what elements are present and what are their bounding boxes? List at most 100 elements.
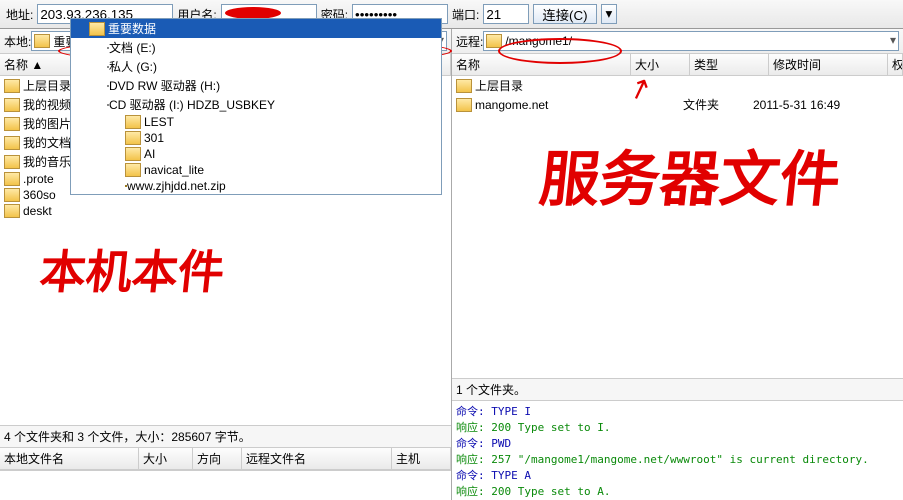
item-label: 我的音乐 xyxy=(23,153,71,170)
tree-item[interactable]: CD 驱动器 (I:) HDZB_USBKEY xyxy=(71,95,441,114)
tree-item[interactable]: AI xyxy=(71,146,441,162)
cell-name: 上层目录 xyxy=(475,77,633,94)
folder-icon xyxy=(125,163,141,177)
col-perm[interactable]: 权限 xyxy=(888,54,903,75)
cell-name: mangome.net xyxy=(475,98,633,112)
tree-item[interactable]: 重要数据 xyxy=(71,19,441,38)
tree-item[interactable]: 301 xyxy=(71,130,441,146)
item-label: 我的文档 xyxy=(23,134,71,151)
connect-button[interactable]: 连接(C) xyxy=(533,4,596,24)
remote-pane: 远程: /mangome1/ 名称 大小 类型 修改时间 权限 上层目录mang… xyxy=(452,29,903,500)
local-label: 本地: xyxy=(4,33,31,50)
queue-col-host[interactable]: 主机 xyxy=(392,448,451,469)
log-line: 响应: 257 "/mangome1/mangome.net/wwwroot" … xyxy=(456,451,899,467)
tree-item[interactable]: 文档 (E:) xyxy=(71,38,441,57)
folder-icon xyxy=(125,147,141,161)
tree-item[interactable]: 私人 (G:) xyxy=(71,57,441,76)
item-label: CD 驱动器 (I:) HDZB_USBKEY xyxy=(109,96,275,113)
remote-status: 1 个文件夹。 xyxy=(452,378,903,400)
folder-icon xyxy=(4,204,20,218)
log-val: TYPE A xyxy=(491,469,531,482)
log-key: 命令: xyxy=(456,437,485,450)
log-line: 命令: PWD xyxy=(456,435,899,451)
port-label: 端口: xyxy=(452,6,479,23)
log-line: 命令: TYPE I xyxy=(456,403,899,419)
log-val: 200 Type set to A. xyxy=(491,485,610,498)
item-label: www.zjhjdd.net.zip xyxy=(127,179,226,193)
transfer-queue-header: 本地文件名 大小 方向 远程文件名 主机 xyxy=(0,447,451,470)
folder-icon xyxy=(89,22,105,36)
log-val: 200 Type set to I. xyxy=(491,421,610,434)
item-label: 我的视频 xyxy=(23,96,71,113)
remote-path: /mangome1/ xyxy=(505,34,572,48)
folder-icon xyxy=(456,98,472,112)
remote-label: 远程: xyxy=(456,33,483,50)
connect-dropdown-button[interactable]: ▾ xyxy=(601,4,618,24)
item-label: 360so xyxy=(23,188,56,202)
item-label: deskt xyxy=(23,204,52,218)
log-key: 响应: xyxy=(456,453,485,466)
item-label: navicat_lite xyxy=(144,163,204,177)
remote-path-combo[interactable]: /mangome1/ xyxy=(483,31,899,51)
item-label: 301 xyxy=(144,131,164,145)
folder-icon xyxy=(4,117,20,131)
remote-columns[interactable]: 名称 大小 类型 修改时间 权限 xyxy=(452,54,903,76)
col-type[interactable]: 类型 xyxy=(690,54,769,75)
transfer-queue-empty xyxy=(0,470,451,500)
list-item[interactable]: mangome.net 文件夹2011-5-31 16:49 xyxy=(452,95,903,114)
folder-icon xyxy=(125,131,141,145)
queue-col-size[interactable]: 大小 xyxy=(139,448,193,469)
log-key: 响应: xyxy=(456,421,485,434)
item-label: DVD RW 驱动器 (H:) xyxy=(109,77,220,94)
col-name: 名称 xyxy=(4,58,28,72)
item-label: 我的图片 xyxy=(23,115,71,132)
tree-item[interactable]: DVD RW 驱动器 (H:) xyxy=(71,76,441,95)
folder-icon xyxy=(4,136,20,150)
log-line: 响应: 200 Type set to I. xyxy=(456,419,899,435)
item-label: 上层目录 xyxy=(23,77,71,94)
folder-icon xyxy=(125,115,141,129)
remote-file-list[interactable]: 上层目录 mangome.net 文件夹2011-5-31 16:49 xyxy=(452,76,903,378)
col-size[interactable]: 大小 xyxy=(631,54,690,75)
queue-col-dir[interactable]: 方向 xyxy=(193,448,242,469)
list-item[interactable]: 上层目录 xyxy=(452,76,903,95)
tree-item[interactable]: LEST xyxy=(71,114,441,130)
cell-mtime: 2011-5-31 16:49 xyxy=(753,98,863,112)
folder-icon xyxy=(4,188,20,202)
log-key: 响应: xyxy=(456,485,485,498)
item-label: 文档 (E:) xyxy=(109,39,156,56)
folder-icon xyxy=(34,34,50,48)
item-label: LEST xyxy=(144,115,174,129)
sort-asc-icon: ▲ xyxy=(31,58,43,72)
log-key: 命令: xyxy=(456,405,485,418)
port-input[interactable] xyxy=(483,4,529,24)
folder-icon xyxy=(4,155,20,169)
log-key: 命令: xyxy=(456,469,485,482)
ftp-log[interactable]: 命令: TYPE I响应: 200 Type set to I.命令: PWD响… xyxy=(452,400,903,500)
log-val: TYPE I xyxy=(491,405,531,418)
log-val: PWD xyxy=(491,437,511,450)
local-path-dropdown[interactable]: 重要数据文档 (E:)私人 (G:)DVD RW 驱动器 (H:) CD 驱动器 … xyxy=(70,18,442,195)
item-label: AI xyxy=(144,147,155,161)
log-val: 257 "/mangome1/mangome.net/wwwroot" is c… xyxy=(491,453,869,466)
folder-icon xyxy=(4,172,20,186)
local-status: 4 个文件夹和 3 个文件，大小：285607 字节。 xyxy=(0,425,451,447)
col-mtime[interactable]: 修改时间 xyxy=(769,54,888,75)
cell-type: 文件夹 xyxy=(683,96,753,113)
item-label: 重要数据 xyxy=(108,20,156,37)
item-label: .prote xyxy=(23,172,54,186)
list-item[interactable]: deskt xyxy=(0,203,451,219)
tree-item[interactable]: www.zjhjdd.net.zip xyxy=(71,178,441,194)
folder-icon xyxy=(456,79,472,93)
col-name[interactable]: 名称 xyxy=(452,54,631,75)
log-line: 响应: 200 Type set to A. xyxy=(456,483,899,499)
tree-item[interactable]: navicat_lite xyxy=(71,162,441,178)
address-label: 地址: xyxy=(6,6,33,23)
folder-icon xyxy=(4,98,20,112)
local-pane: 本地: 重要数据 名称 ▲ 上层目录我的视频我的图片我的文档我的音乐.prote… xyxy=(0,29,452,500)
log-line: 命令: TYPE A xyxy=(456,467,899,483)
queue-col-localname[interactable]: 本地文件名 xyxy=(0,448,139,469)
folder-icon xyxy=(486,34,502,48)
folder-icon xyxy=(4,79,20,93)
queue-col-remotename[interactable]: 远程文件名 xyxy=(242,448,392,469)
